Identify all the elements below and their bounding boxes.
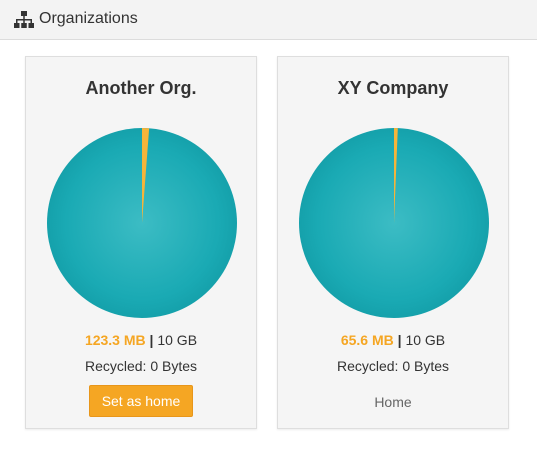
- org-card-xy-company: XY Company 65.6 MB | 10 GB Recycled: 0 B…: [277, 56, 509, 429]
- home-status-label: Home: [374, 394, 412, 410]
- used-storage: 123.3 MB: [84, 332, 146, 348]
- recycled-storage: Recycled: 0 Bytes: [84, 358, 198, 374]
- org-name: Another Org.: [85, 78, 197, 98]
- page-title: Organizations: [39, 10, 138, 27]
- sitemap-icon: [14, 11, 34, 28]
- total-storage: 10 GB: [157, 332, 198, 348]
- header-bar: Organizations: [0, 0, 537, 40]
- recycled-storage: Recycled: 0 Bytes: [336, 358, 450, 374]
- org-card-another-org: Another Org. 123.3 MB | 10 GB Recycled: …: [25, 56, 257, 429]
- storage-pie-chart: [47, 128, 237, 318]
- storage-usage: 65.6 MB | 10 GB: [278, 331, 508, 349]
- storage-pie-chart: [299, 128, 489, 318]
- used-storage: 65.6 MB: [340, 332, 394, 348]
- usage-separator: |: [149, 332, 154, 348]
- usage-separator: |: [397, 332, 402, 348]
- total-storage: 10 GB: [405, 332, 446, 348]
- storage-usage: 123.3 MB | 10 GB: [26, 331, 256, 349]
- org-name: XY Company: [337, 78, 449, 98]
- set-as-home-button[interactable]: Set as home: [89, 385, 193, 417]
